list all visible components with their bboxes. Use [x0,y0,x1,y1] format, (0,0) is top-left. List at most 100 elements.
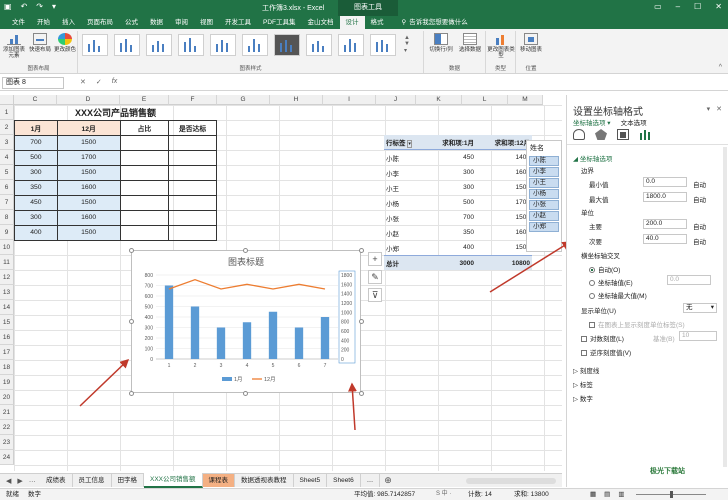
row-header-4[interactable]: 4 [0,150,14,165]
column-header-M[interactable]: M [508,95,543,105]
ime-toolbar[interactable]: S 中 · [436,489,451,500]
column-header-D[interactable]: D [57,95,120,105]
collapse-ribbon-icon[interactable]: ^ [719,64,722,71]
section-labels[interactable]: ▷ 标签 [573,379,728,389]
row-header-9[interactable]: 9 [0,225,14,240]
row-header-19[interactable]: 19 [0,375,14,390]
header-qualified[interactable]: 是否达标 [168,119,217,136]
normal-view-icon[interactable]: ▦ [590,489,596,500]
size-properties-icon[interactable] [617,129,629,140]
row-header-1[interactable]: 1 [0,105,14,120]
ribbon-options-icon[interactable]: ▭ [654,2,662,11]
prev-sheet-icon[interactable]: ◀ [6,477,11,485]
cross-auto-radio[interactable]: 自动(O) [589,264,728,274]
save-icon[interactable]: ▣ [4,2,12,11]
row-header-11[interactable]: 11 [0,255,14,270]
change-colors-button[interactable]: 更改颜色 [54,33,76,53]
display-units-select[interactable]: 无 ▾ [683,303,717,313]
slicer-item[interactable]: 小王 [529,178,559,188]
chart-style-7[interactable] [274,34,300,56]
major-auto[interactable]: 自动 [693,221,723,231]
resize-handle[interactable] [129,248,134,253]
row-header-3[interactable]: 3 [0,135,14,150]
chart-filter-button[interactable]: ⊽ [368,288,382,302]
chart-style-9[interactable] [338,34,364,56]
row-header-10[interactable]: 10 [0,240,14,255]
tab-home[interactable]: 开始 [31,16,56,29]
section-number[interactable]: ▷ 数字 [573,393,728,403]
row-header-12[interactable]: 12 [0,270,14,285]
tab-developer[interactable]: 开发工具 [219,16,257,29]
row-header-6[interactable]: 6 [0,180,14,195]
minimum-auto[interactable]: 自动 [693,179,723,189]
sheet-tab-active[interactable]: XXX公司销售额 [144,473,203,488]
tab-pdf-tools[interactable]: PDF工具集 [257,16,302,29]
chart-style-6[interactable] [242,34,268,56]
resize-handle[interactable] [129,391,134,396]
chart-style-3[interactable] [146,34,172,56]
effects-icon[interactable] [595,129,607,140]
redo-icon[interactable]: ↷ [36,2,43,11]
combo-chart[interactable]: 图表标题 0 100 200 300 400 500 600 700 800 0 200 400 600 8… [131,250,361,393]
customize-icon[interactable]: ▾ [52,2,56,11]
change-chart-type-button[interactable]: 更改图表类型 [487,33,515,59]
row-header-15[interactable]: 15 [0,315,14,330]
pivot-header-jan[interactable]: 求和项:1月 [420,137,476,147]
tab-view[interactable]: 视图 [194,16,219,29]
maximize-icon[interactable]: ☐ [694,2,701,11]
pane-options-icon[interactable]: ▾ [707,105,711,113]
switch-row-column-button[interactable]: 切换行/列 [426,33,456,53]
maximum-auto[interactable]: 自动 [693,194,723,204]
column-header-L[interactable]: L [462,95,508,105]
select-data-button[interactable]: 选择数据 [456,33,484,53]
resize-handle[interactable] [243,248,248,253]
section-axis-options[interactable]: ◢ 坐标轴选项 [573,153,728,163]
move-chart-button[interactable]: 移动图表 [517,33,545,53]
tab-text-options[interactable]: 文本选项 [621,117,647,127]
tab-data[interactable]: 数据 [144,16,169,29]
row-header-20[interactable]: 20 [0,390,14,405]
chart-style-4[interactable] [178,34,204,56]
tab-design[interactable]: 设计 [339,16,365,29]
styles-scroll-icon[interactable]: ▲ ▼ ▾ [404,35,410,54]
pivot-header-labels[interactable]: 行标签 ▾ [384,137,420,148]
resize-handle[interactable] [243,391,248,396]
log-base-input[interactable]: 10 [679,331,717,341]
sheet-tab[interactable]: 课程表 [202,474,236,487]
minimum-input[interactable]: 0.0 [643,177,687,187]
chart-style-2[interactable] [114,34,140,56]
resize-handle[interactable] [129,319,134,324]
more-sheets-button[interactable]: … [361,474,381,487]
close-icon[interactable]: ✕ [715,2,722,11]
row-header-14[interactable]: 14 [0,300,14,315]
insert-function-icon[interactable]: fx [112,78,117,86]
slicer-item[interactable]: 小李 [529,167,559,177]
tab-axis-options[interactable]: 坐标轴选项 ▾ [573,117,611,127]
cancel-icon[interactable]: ✕ [80,78,86,86]
column-header-I[interactable]: I [323,95,376,105]
show-units-label-checkbox[interactable]: 在图表上显示刻度单位标签(S) [589,319,728,329]
sheet-tab[interactable]: Sheet5 [294,474,328,487]
sheet-tab[interactable]: 数据透视表教程 [235,474,294,487]
header-jan[interactable]: 1月 [14,119,58,136]
tab-page-layout[interactable]: 页面布局 [81,16,119,29]
sheet-tab[interactable]: 成绩表 [40,474,73,487]
maximum-input[interactable]: 1800.0 [643,192,687,202]
row-header-23[interactable]: 23 [0,435,14,450]
column-header-H[interactable]: H [270,95,323,105]
undo-icon[interactable]: ↶ [21,2,28,11]
slicer-item[interactable]: 小陈 [529,156,559,166]
row-header-17[interactable]: 17 [0,345,14,360]
header-dec[interactable]: 12月 [56,119,121,136]
enter-icon[interactable]: ✓ [96,78,102,86]
zoom-slider-thumb[interactable] [670,491,673,498]
column-header-C[interactable]: C [14,95,57,105]
column-header-G[interactable]: G [217,95,270,105]
minor-unit-input[interactable]: 40.0 [643,234,687,244]
tab-kingsoft-docs[interactable]: 金山文档 [302,16,340,29]
tab-insert[interactable]: 插入 [56,16,81,29]
page-layout-view-icon[interactable]: ▤ [604,489,610,500]
section-tick-marks[interactable]: ▷ 刻度线 [573,365,728,375]
sheet-tab[interactable]: Sheet6 [327,474,361,487]
slicer-item[interactable]: 小杨 [529,189,559,199]
